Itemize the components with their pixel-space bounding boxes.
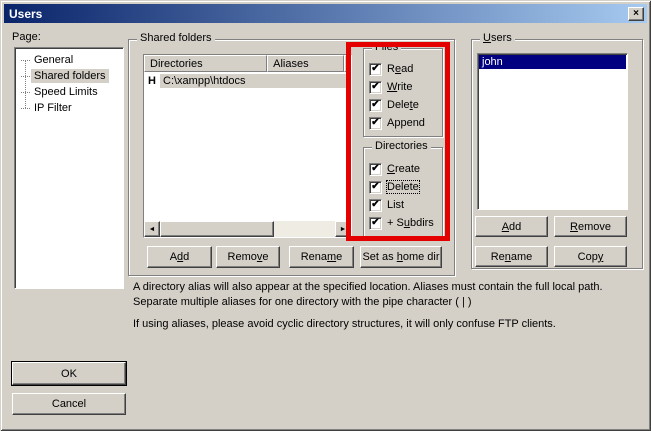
directory-row[interactable]: H C:\xampp\htdocs [144,72,351,89]
checkbox-row: ✔ + Subdirs [369,214,434,232]
home-dir-marker: H [144,75,160,87]
cyclic-note: If using aliases, please avoid cyclic di… [133,317,637,332]
checkbox-row: ✔ Append [369,114,425,132]
cancel-button[interactable]: Cancel [12,393,126,415]
list-checkbox-label[interactable]: List [387,199,404,211]
directories-group-label: Directories [372,140,431,153]
directory-path: C:\xampp\htdocs [160,74,351,88]
checkbox-row: ✔ Read [369,60,425,78]
ok-button[interactable]: OK [12,362,126,385]
users-group-label: Users [480,32,515,45]
scroll-right-button[interactable]: ► [335,221,351,237]
subdirs-checkbox-label[interactable]: + Subdirs [387,217,434,229]
page-item-ip-filter[interactable]: IP Filter [15,100,123,116]
append-checkbox-label[interactable]: Append [387,117,425,129]
file-delete-checkbox[interactable]: ✔ [369,99,382,112]
page-label: Page: [12,31,41,43]
checkbox-row: ✔ Write [369,78,425,96]
check-icon: ✔ [371,82,379,92]
check-icon: ✔ [371,218,379,228]
window-title: Users [9,7,42,21]
checkbox-row: ✔ Delete [369,96,425,114]
create-checkbox-label[interactable]: Create [387,163,420,175]
user-item-john[interactable]: john [479,55,626,69]
user-add-button[interactable]: Add [475,216,548,237]
read-checkbox-label[interactable]: Read [387,63,413,75]
write-checkbox[interactable]: ✔ [369,81,382,94]
append-checkbox[interactable]: ✔ [369,117,382,130]
horizontal-scrollbar[interactable]: ◄ ► [144,221,351,237]
close-button[interactable]: × [628,7,644,21]
arrow-left-icon: ◄ [149,226,156,233]
column-header-directories[interactable]: Directories [144,55,267,72]
user-copy-button[interactable]: Copy [554,246,627,267]
files-group-label: Files [372,41,401,54]
checkbox-row: ✔ Create [369,160,434,178]
users-list: john [477,53,628,210]
user-remove-button[interactable]: Remove [554,216,627,237]
file-delete-checkbox-label[interactable]: Delete [387,99,419,111]
scroll-left-button[interactable]: ◄ [144,221,160,237]
title-bar[interactable]: Users × [4,4,647,23]
column-header-aliases[interactable]: Aliases [267,55,344,72]
page-item-speed-limits[interactable]: Speed Limits [15,84,123,100]
close-icon: × [633,9,639,19]
arrow-right-icon: ► [340,226,347,233]
scrollbar-track[interactable] [274,221,335,237]
scrollbar-thumb[interactable] [160,221,274,237]
set-as-home-dir-button[interactable]: Set as home dir [360,246,442,268]
list-checkbox[interactable]: ✔ [369,199,382,212]
read-checkbox[interactable]: ✔ [369,63,382,76]
notes: A directory alias will also appear at th… [133,280,637,332]
page-item-general[interactable]: General [15,52,123,68]
folder-rename-button[interactable]: Rename [289,246,354,268]
files-group: Files ✔ Read ✔ Write ✔ Delete ✔ Append [363,48,443,137]
page-list: General Shared folders Speed Limits IP F… [14,47,124,289]
folder-add-button[interactable]: Add [147,246,212,268]
check-icon: ✔ [371,182,379,192]
user-rename-button[interactable]: Rename [475,246,548,267]
users-dialog: Users × Page: General Shared folders Spe… [0,0,651,431]
tree-trunk-line [25,60,26,108]
shared-folders-group-label: Shared folders [137,32,215,45]
column-header-filler [344,55,351,72]
listview-header: Directories Aliases [144,55,351,72]
directories-listview: Directories Aliases H C:\xampp\htdocs ◄ … [143,54,352,238]
create-checkbox[interactable]: ✔ [369,163,382,176]
check-icon: ✔ [371,118,379,128]
subdirs-checkbox[interactable]: ✔ [369,217,382,230]
alias-note: A directory alias will also appear at th… [133,280,637,310]
check-icon: ✔ [371,164,379,174]
check-icon: ✔ [371,64,379,74]
check-icon: ✔ [371,100,379,110]
dir-delete-checkbox[interactable]: ✔ [369,181,382,194]
directories-group: Directories ✔ Create ✔ Delete ✔ List ✔ +… [363,147,443,237]
checkbox-row: ✔ Delete [369,178,434,196]
folder-remove-button[interactable]: Remove [216,246,280,268]
page-item-shared-folders[interactable]: Shared folders [15,68,123,84]
write-checkbox-label[interactable]: Write [387,81,412,93]
dir-delete-checkbox-label[interactable]: Delete [387,181,419,193]
checkbox-row: ✔ List [369,196,434,214]
listview-body: H C:\xampp\htdocs [144,72,351,221]
check-icon: ✔ [371,200,379,210]
